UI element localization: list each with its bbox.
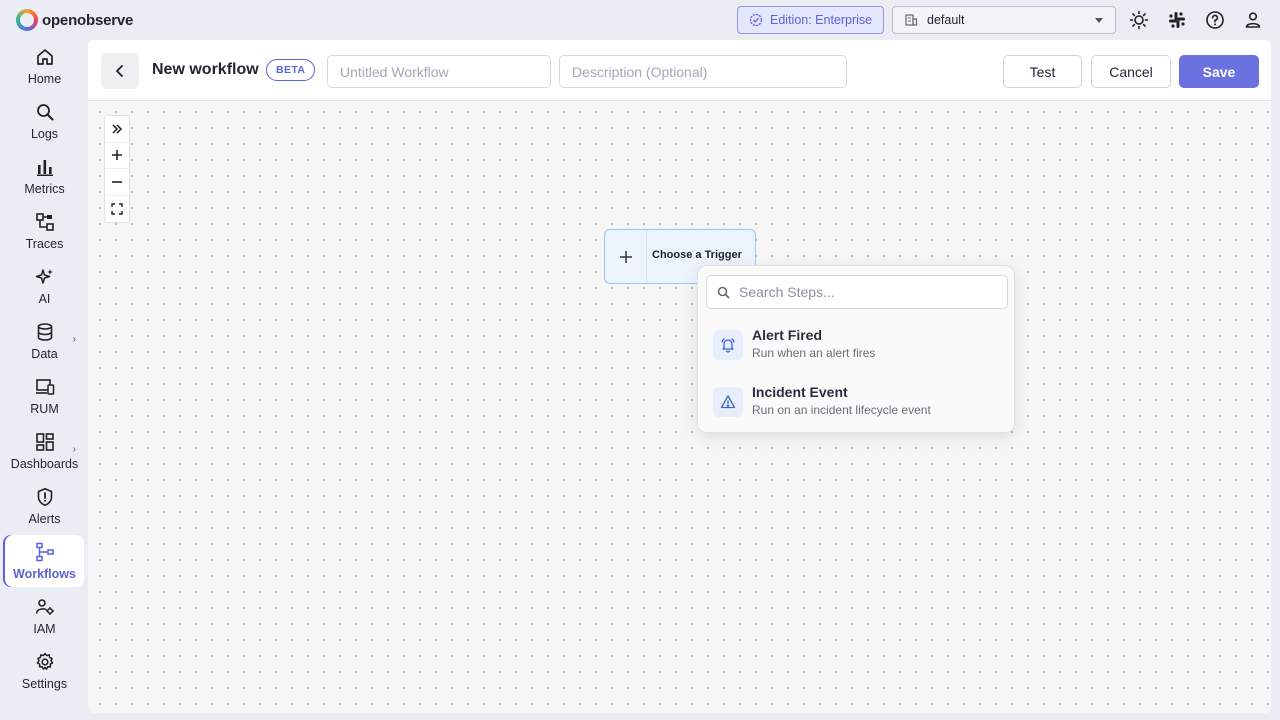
sidebar-item-home[interactable]: Home [5,40,84,92]
bar-chart-icon [34,156,56,178]
logo-text: openobserve [42,11,134,29]
sidebar-nav: Home Logs Metrics Traces AI Data › RUM D… [0,40,88,720]
sparkles-icon [34,266,56,288]
workflow-name-input[interactable] [327,55,551,88]
expand-panel-button[interactable] [105,116,129,143]
canvas-controls [104,115,130,223]
sidebar-item-settings[interactable]: Settings [5,645,84,697]
help-icon[interactable] [1204,9,1226,31]
sidebar-item-label: AI [38,292,51,306]
workflow-editor: New workflow BETA Test Cancel Save [88,40,1271,713]
search-icon [34,101,56,123]
traces-icon [34,211,56,233]
plus-icon [605,230,647,283]
step-title: Alert Fired [752,327,823,343]
sidebar-item-label: Metrics [24,182,65,196]
alarm-bell-icon [713,330,743,360]
step-title: Incident Event [752,384,848,400]
home-icon [34,46,56,68]
workflow-description-input[interactable] [559,55,847,88]
devices-icon [34,376,56,398]
shield-alert-icon [34,486,56,508]
sidebar-item-dashboards[interactable]: Dashboards › [5,425,84,477]
sidebar-item-rum[interactable]: RUM [5,370,84,422]
sidebar-item-ai[interactable]: AI [5,260,84,312]
edition-label: Edition: Enterprise [770,13,873,27]
user-icon[interactable] [1242,9,1264,31]
sidebar-item-metrics[interactable]: Metrics [5,150,84,202]
step-option-incident-event[interactable]: Incident Event Run on an incident lifecy… [706,374,1008,424]
sidebar-item-logs[interactable]: Logs [5,95,84,147]
sidebar-item-iam[interactable]: IAM [5,590,84,642]
slack-icon[interactable] [1166,9,1188,31]
user-gear-icon [34,596,56,618]
logo-icon [16,9,38,31]
sidebar-item-label: Alerts [28,512,61,526]
plus-icon [112,150,122,161]
chevron-right-icon: › [72,444,76,455]
workflow-icon [34,541,56,563]
trigger-node-label: Choose a Trigger [652,249,742,261]
step-search-field[interactable] [706,275,1008,309]
theme-toggle-icon[interactable] [1128,9,1150,31]
edition-badge[interactable]: Edition: Enterprise [737,6,884,34]
sidebar-item-label: Settings [21,677,68,691]
sidebar-item-traces[interactable]: Traces [5,205,84,257]
editor-header: New workflow BETA Test Cancel Save [88,40,1271,101]
sidebar-item-label: Traces [25,237,64,251]
page-title: New workflow [152,61,259,78]
save-button[interactable]: Save [1179,55,1259,88]
cancel-button[interactable]: Cancel [1091,55,1171,88]
org-selector[interactable]: default [892,6,1116,34]
verified-icon [749,13,763,27]
step-description: Run when an alert fires [752,346,876,360]
app-logo[interactable]: openobserve [16,9,133,31]
minus-icon [112,180,122,183]
chevron-right-icon: › [72,334,76,345]
sidebar-item-alerts[interactable]: Alerts [5,480,84,532]
fit-view-button[interactable] [105,196,129,223]
sidebar-item-label: RUM [30,402,59,416]
sidebar-item-label: Home [27,72,62,86]
top-bar: openobserve Edition: Enterprise default [0,0,1280,40]
sidebar-item-workflows[interactable]: Workflows [5,535,84,587]
sidebar-item-label: Workflows [13,567,76,581]
step-picker-menu: Alert Fired Run when an alert fires Inci… [697,265,1015,433]
double-chevron-right-icon [112,124,123,134]
sidebar-item-label: Dashboards [10,457,79,471]
org-name: default [927,13,965,27]
sidebar-item-label: Logs [30,127,59,141]
test-button[interactable]: Test [1003,55,1082,88]
step-search-input[interactable] [739,284,999,300]
warning-triangle-icon [713,387,743,417]
beta-badge: BETA [266,59,316,81]
zoom-out-button[interactable] [105,169,129,196]
search-icon [707,286,739,299]
workflow-canvas[interactable]: Choose a Trigger [88,101,1271,713]
step-description: Run on an incident lifecycle event [752,403,931,417]
gear-icon [34,651,56,673]
chevron-left-icon [116,65,123,77]
sidebar-item-label: Data [31,347,58,361]
sidebar-item-label: IAM [33,622,56,636]
database-icon [34,321,56,343]
back-button[interactable] [101,53,139,89]
sidebar-item-data[interactable]: Data › [5,315,84,367]
building-icon [905,14,918,26]
step-option-alert-fired[interactable]: Alert Fired Run when an alert fires [706,317,1008,367]
grid-icon [34,431,56,453]
zoom-in-button[interactable] [105,143,129,169]
chevron-down-icon [1095,18,1103,23]
fit-view-icon [111,203,123,215]
